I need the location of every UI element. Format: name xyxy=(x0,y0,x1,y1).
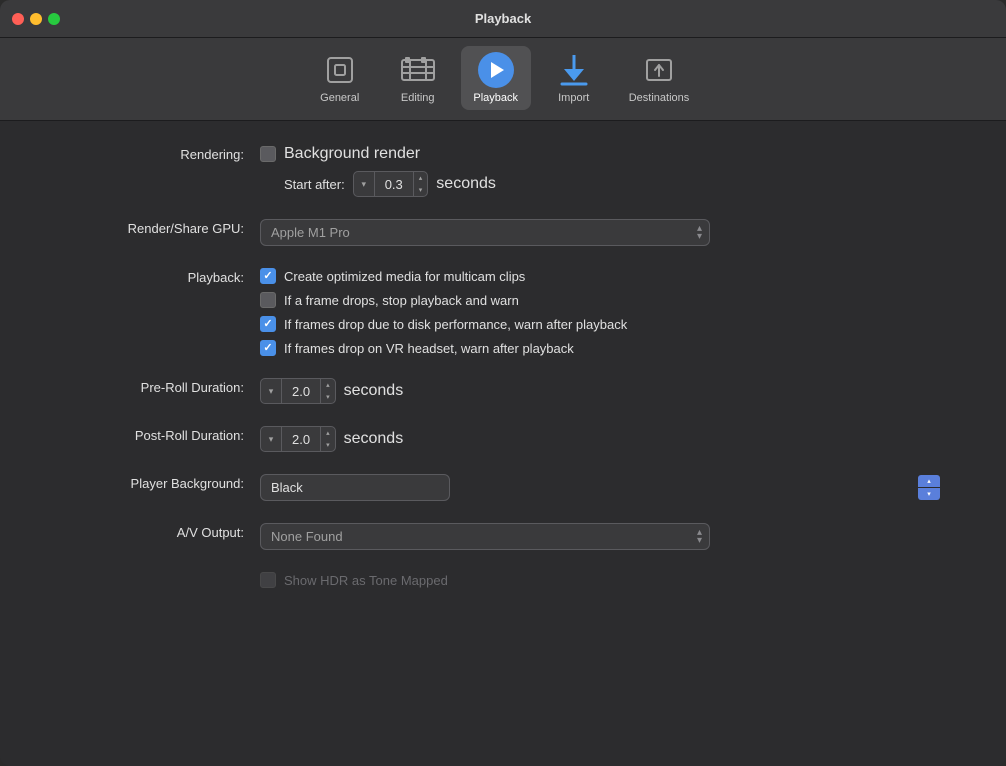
window: Playback General xyxy=(0,0,1006,766)
import-icon xyxy=(556,52,592,88)
preroll-seconds: seconds xyxy=(344,382,404,400)
av-output-label: A/V Output: xyxy=(60,523,260,540)
playback-options: Create optimized media for multicam clip… xyxy=(260,268,946,356)
render-gpu-row: Render/Share GPU: Apple M1 Pro ▴ ▾ xyxy=(60,219,946,246)
postroll-row: Post-Roll Duration: ▾ 2.0 ▴ ▾ seconds xyxy=(60,426,946,452)
render-gpu-select-wrapper: Apple M1 Pro ▴ ▾ xyxy=(260,219,710,246)
rendering-control: Background render Start after: ▾ 0.3 ▴ ▾… xyxy=(260,145,946,197)
av-output-control: None Found ▴ ▾ xyxy=(260,523,946,550)
maximize-button[interactable] xyxy=(48,13,60,25)
start-after-down[interactable]: ▾ xyxy=(354,172,374,196)
av-output-select[interactable]: None Found xyxy=(260,523,710,550)
close-button[interactable] xyxy=(12,13,24,25)
general-icon xyxy=(322,52,358,88)
toolbar-item-editing[interactable]: Editing xyxy=(383,46,453,110)
postroll-up[interactable]: ▴ xyxy=(321,427,335,439)
toolbar-item-import[interactable]: Import xyxy=(539,46,609,110)
window-title: Playback xyxy=(475,11,531,26)
postroll-stepper[interactable]: ▾ 2.0 ▴ ▾ xyxy=(260,426,336,452)
postroll-label: Post-Roll Duration: xyxy=(60,426,260,443)
show-hdr-label: Show HDR as Tone Mapped xyxy=(284,573,448,588)
player-bg-label: Player Background: xyxy=(60,474,260,491)
preroll-control: ▾ 2.0 ▴ ▾ seconds xyxy=(260,378,946,404)
preroll-down[interactable]: ▾ xyxy=(261,379,281,403)
postroll-value: 2.0 xyxy=(281,427,321,451)
preroll-value: 2.0 xyxy=(281,379,321,403)
preroll-up[interactable]: ▴ xyxy=(321,379,335,391)
show-hdr-checkbox[interactable] xyxy=(260,572,276,588)
rendering-row: Rendering: Background render Start after… xyxy=(60,145,946,197)
postroll-up-container: ▴ ▾ xyxy=(321,427,335,451)
render-gpu-select[interactable]: Apple M1 Pro xyxy=(260,219,710,246)
diskperf-checkbox[interactable] xyxy=(260,316,276,332)
preroll-row: Pre-Roll Duration: ▾ 2.0 ▴ ▾ seconds xyxy=(60,378,946,404)
start-after-seconds: seconds xyxy=(436,175,496,193)
rendering-label: Rendering: xyxy=(60,145,260,162)
destinations-icon xyxy=(641,52,677,88)
render-gpu-control: Apple M1 Pro ▴ ▾ xyxy=(260,219,946,246)
background-render-label: Background render xyxy=(284,145,420,163)
playback-label: Playback xyxy=(473,92,518,104)
toolbar-item-playback[interactable]: Playback xyxy=(461,46,531,110)
content-area: Rendering: Background render Start after… xyxy=(0,121,1006,766)
start-after-up[interactable]: ▴ xyxy=(414,172,428,184)
framedrop-checkbox[interactable] xyxy=(260,292,276,308)
postroll-down2[interactable]: ▾ xyxy=(321,439,335,451)
av-output-row: A/V Output: None Found ▴ ▾ xyxy=(60,523,946,550)
postroll-down[interactable]: ▾ xyxy=(261,427,281,451)
background-render-checkbox[interactable] xyxy=(260,146,276,162)
playback-option-1: If a frame drops, stop playback and warn xyxy=(260,292,946,308)
preroll-label: Pre-Roll Duration: xyxy=(60,378,260,395)
preroll-up-container: ▴ ▾ xyxy=(321,379,335,403)
show-hdr-control: Show HDR as Tone Mapped xyxy=(260,572,946,588)
postroll-seconds: seconds xyxy=(344,430,404,448)
av-output-select-wrapper: None Found ▴ ▾ xyxy=(260,523,710,550)
playback-row: Playback: Create optimized media for mul… xyxy=(60,268,946,356)
vrheadset-label: If frames drop on VR headset, warn after… xyxy=(284,341,574,356)
start-after-stepper[interactable]: ▾ 0.3 ▴ ▾ xyxy=(353,171,429,197)
start-after-down2[interactable]: ▾ xyxy=(414,184,428,196)
playback-option-2: If frames drop due to disk performance, … xyxy=(260,316,946,332)
preroll-down2[interactable]: ▾ xyxy=(321,391,335,403)
start-after-value: 0.3 xyxy=(374,172,414,196)
player-bg-arrow-pair: ▴ ▾ xyxy=(918,475,940,500)
player-bg-control: Black White Gray ▴ ▾ xyxy=(260,474,946,501)
traffic-lights xyxy=(12,13,60,25)
editing-icon xyxy=(400,52,436,88)
show-hdr-row: Show HDR as Tone Mapped xyxy=(60,572,946,588)
minimize-button[interactable] xyxy=(30,13,42,25)
toolbar-item-destinations[interactable]: Destinations xyxy=(617,46,702,110)
general-label: General xyxy=(320,92,359,104)
multicam-label: Create optimized media for multicam clip… xyxy=(284,269,525,284)
multicam-checkbox[interactable] xyxy=(260,268,276,284)
framedrop-label: If a frame drops, stop playback and warn xyxy=(284,293,519,308)
destinations-label: Destinations xyxy=(629,92,690,104)
toolbar-item-general[interactable]: General xyxy=(305,46,375,110)
postroll-control: ▾ 2.0 ▴ ▾ seconds xyxy=(260,426,946,452)
player-bg-arrows: ▴ ▾ xyxy=(918,475,940,500)
bg-render-row: Background render xyxy=(260,145,946,163)
preroll-stepper[interactable]: ▾ 2.0 ▴ ▾ xyxy=(260,378,336,404)
editing-label: Editing xyxy=(401,92,435,104)
diskperf-label: If frames drop due to disk performance, … xyxy=(284,317,627,332)
playback-option-3: If frames drop on VR headset, warn after… xyxy=(260,340,946,356)
start-after-row: Start after: ▾ 0.3 ▴ ▾ seconds xyxy=(260,171,946,197)
start-after-up-container: ▴ ▾ xyxy=(414,172,428,196)
player-bg-select[interactable]: Black White Gray xyxy=(260,474,450,501)
import-label: Import xyxy=(558,92,589,104)
toolbar: General Editing Playback xyxy=(0,38,1006,121)
show-hdr-empty-label xyxy=(60,572,260,574)
playback-option-0: Create optimized media for multicam clip… xyxy=(260,268,946,284)
show-hdr-checkbox-row: Show HDR as Tone Mapped xyxy=(260,572,946,588)
player-bg-row: Player Background: Black White Gray ▴ ▾ xyxy=(60,474,946,501)
playback-label-text: Playback: xyxy=(60,268,260,285)
vrheadset-checkbox[interactable] xyxy=(260,340,276,356)
player-bg-up-arrow[interactable]: ▴ xyxy=(918,475,940,487)
playback-icon xyxy=(478,52,514,88)
player-bg-select-wrapper: Black White Gray ▴ ▾ xyxy=(260,474,946,501)
start-after-label: Start after: xyxy=(284,177,345,192)
titlebar: Playback xyxy=(0,0,1006,38)
player-bg-down-arrow[interactable]: ▾ xyxy=(918,488,940,500)
render-gpu-label: Render/Share GPU: xyxy=(60,219,260,236)
